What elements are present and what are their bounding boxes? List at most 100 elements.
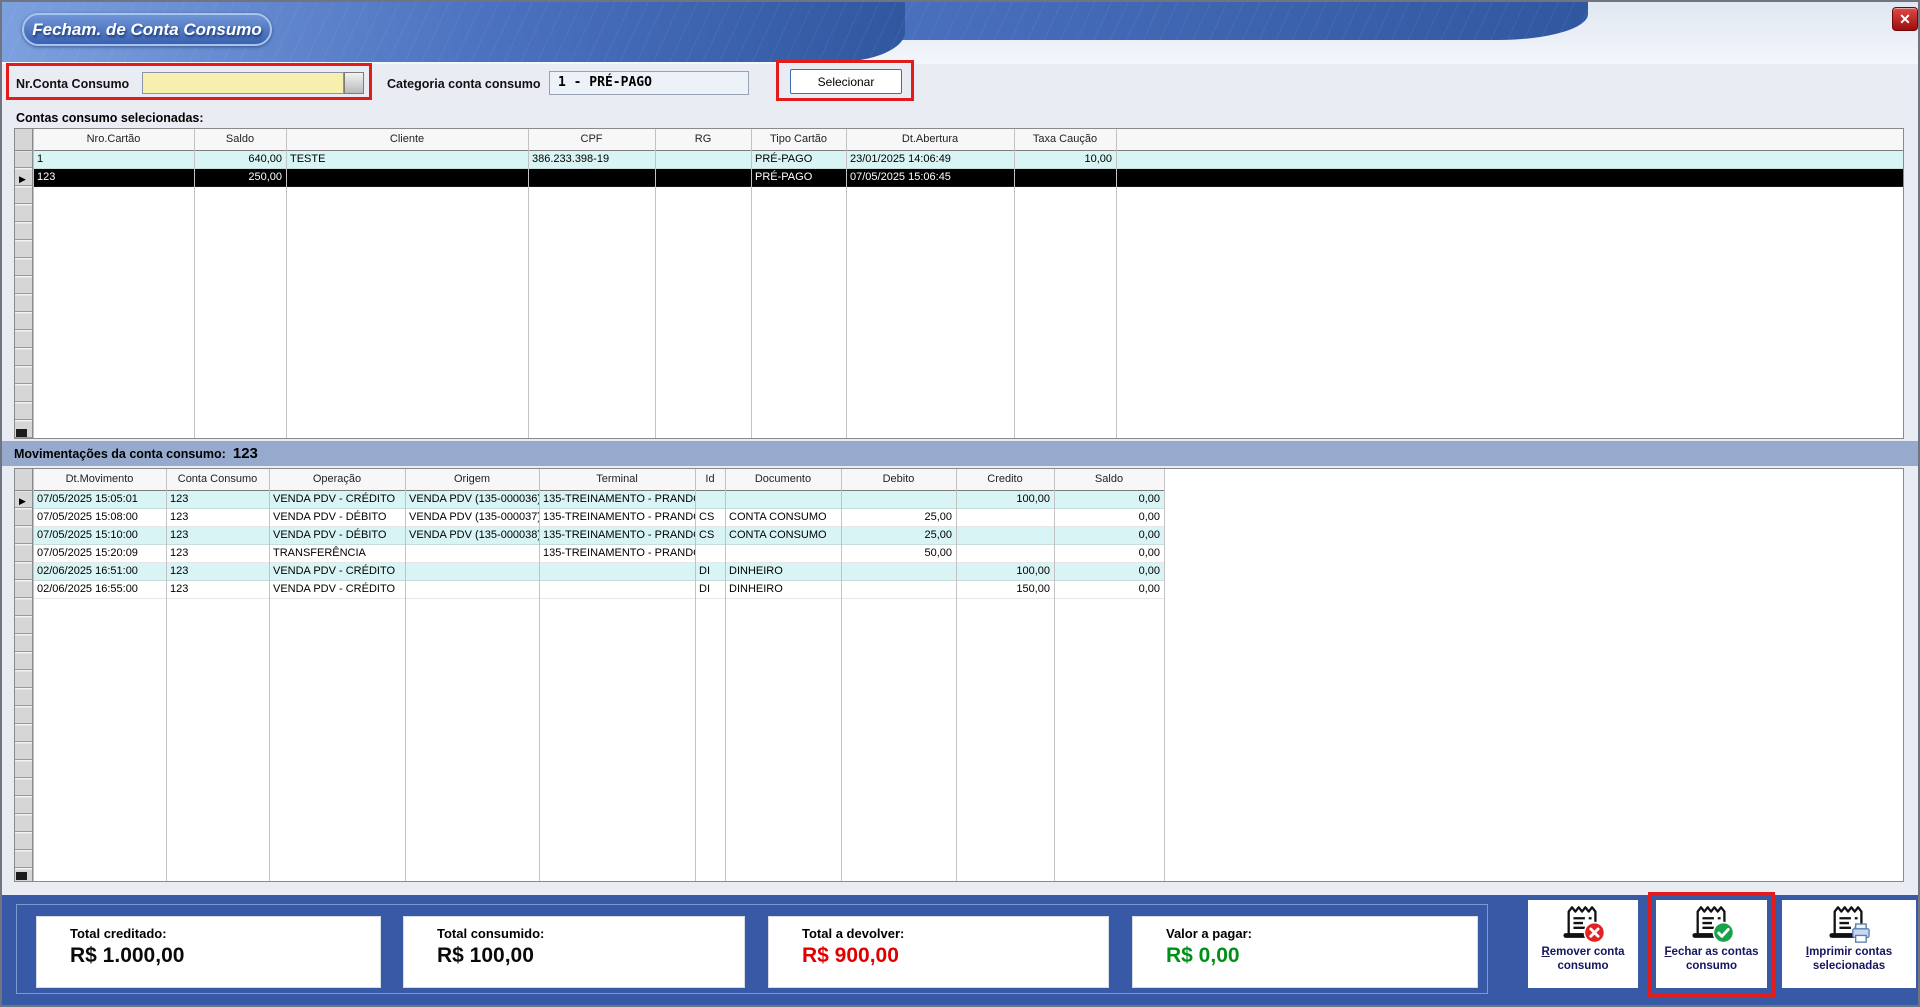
cell: 123 <box>166 563 269 580</box>
cell: 123 <box>166 509 269 526</box>
table-row[interactable]: 07/05/2025 15:10:00123VENDA PDV - DÉBITO… <box>33 527 1164 545</box>
column-header[interactable]: RG <box>655 129 751 150</box>
category-field: 1 - PRÉ-PAGO <box>549 71 749 95</box>
column-header[interactable]: Debito <box>841 469 956 490</box>
column-header[interactable]: Dt.Movimento <box>33 469 166 490</box>
movements-grid-gutter <box>15 469 33 881</box>
cell: 07/05/2025 15:05:01 <box>33 491 166 508</box>
cell: PRÉ-PAGO <box>751 151 846 168</box>
grid-line <box>194 129 195 438</box>
column-header[interactable]: Nro.Cartão <box>33 129 194 150</box>
grid-line <box>841 469 842 881</box>
column-header[interactable]: Origem <box>405 469 539 490</box>
window-title: Fecham. de Conta Consumo <box>22 13 272 46</box>
cell <box>539 563 695 580</box>
movements-grid: Dt.MovimentoConta ConsumoOperaçãoOrigemT… <box>14 468 1904 882</box>
cell: VENDA PDV - CRÉDITO <box>269 563 405 580</box>
cell: VENDA PDV (135-000038) <box>405 527 539 544</box>
grid-line <box>846 129 847 438</box>
cell <box>405 563 539 580</box>
movements-grid-rows: 07/05/2025 15:05:01123VENDA PDV - CRÉDIT… <box>33 491 1164 599</box>
column-header[interactable]: Saldo <box>194 129 286 150</box>
print-accounts-button[interactable]: Imprimir contas selecionadas <box>1782 900 1916 988</box>
grid-line <box>33 129 34 438</box>
cell: 135-TREINAMENTO - PRANDO <box>539 527 695 544</box>
select-button[interactable]: Selecionar <box>790 69 902 94</box>
account-lookup-button[interactable] <box>344 72 364 94</box>
cell <box>725 491 841 508</box>
cell: 386.233.398-19 <box>528 151 655 168</box>
column-header[interactable]: Operação <box>269 469 405 490</box>
accounts-grid-header: Nro.CartãoSaldoClienteCPFRGTipo CartãoDt… <box>33 129 1904 151</box>
remove-account-label-line1: Remover conta <box>1541 946 1624 959</box>
grid-line <box>166 469 167 881</box>
grid-line <box>956 469 957 881</box>
grid-line <box>1054 469 1055 881</box>
cell: 135-TREINAMENTO - PRANDO <box>539 491 695 508</box>
close-accounts-button[interactable]: Fechar as contas consumo <box>1656 900 1767 988</box>
cell: 07/05/2025 15:10:00 <box>33 527 166 544</box>
table-row[interactable]: 07/05/2025 15:08:00123VENDA PDV - DÉBITO… <box>33 509 1164 527</box>
cell <box>725 545 841 562</box>
column-header[interactable]: Credito <box>956 469 1054 490</box>
cell <box>956 527 1054 544</box>
cell: 02/06/2025 16:51:00 <box>33 563 166 580</box>
table-row[interactable]: 07/05/2025 15:05:01123VENDA PDV - CRÉDIT… <box>33 491 1164 509</box>
cell: 07/05/2025 15:20:09 <box>33 545 166 562</box>
remove-account-button[interactable]: Remover conta consumo <box>1528 900 1638 988</box>
column-header[interactable]: Id <box>695 469 725 490</box>
column-header[interactable]: Documento <box>725 469 841 490</box>
grid-line <box>655 129 656 438</box>
table-row[interactable]: 1640,00TESTE386.233.398-19PRÉ-PAGO23/01/… <box>33 151 1904 169</box>
cell: 135-TREINAMENTO - PRANDO <box>539 545 695 562</box>
movements-section-label: Movimentações da conta consumo: <box>14 447 226 461</box>
column-header[interactable]: Tipo Cartão <box>751 129 846 150</box>
remove-account-label-line2: consumo <box>1557 960 1608 973</box>
cell <box>528 169 655 186</box>
cell <box>695 491 725 508</box>
column-header[interactable]: Taxa Caução <box>1014 129 1116 150</box>
cell: TRANSFERÊNCIA <box>269 545 405 562</box>
column-header[interactable]: Cliente <box>286 129 528 150</box>
total-devolver-value: R$ 900,00 <box>802 944 899 968</box>
column-header[interactable]: Conta Consumo <box>166 469 269 490</box>
grid-line <box>286 129 287 438</box>
cell: 123 <box>166 545 269 562</box>
cell: 150,00 <box>956 581 1054 598</box>
print-accounts-label-line1: Imprimir contas <box>1806 946 1892 959</box>
h-scrollbar-thumb[interactable] <box>16 429 27 437</box>
grid-line <box>269 469 270 881</box>
cell: CONTA CONSUMO <box>725 527 841 544</box>
cell: DI <box>695 581 725 598</box>
grid-line <box>725 469 726 881</box>
total-consumido-label: Total consumido: <box>437 926 544 941</box>
column-header[interactable]: Saldo <box>1054 469 1164 490</box>
category-label: Categoria conta consumo <box>387 77 541 91</box>
cell: 25,00 <box>841 509 956 526</box>
cell <box>841 563 956 580</box>
table-row[interactable]: 123250,00PRÉ-PAGO07/05/2025 15:06:45 <box>33 169 1904 187</box>
cell: 123 <box>33 169 194 186</box>
table-row[interactable]: 02/06/2025 16:55:00123VENDA PDV - CRÉDIT… <box>33 581 1164 599</box>
cell: 0,00 <box>1054 545 1164 562</box>
table-row[interactable]: 02/06/2025 16:51:00123VENDA PDV - CRÉDIT… <box>33 563 1164 581</box>
close-button[interactable]: ✕ <box>1892 7 1918 31</box>
column-header[interactable]: CPF <box>528 129 655 150</box>
column-header[interactable]: Terminal <box>539 469 695 490</box>
fecham-conta-consumo-window: Fecham. de Conta Consumo ✕ Nr.Conta Cons… <box>0 0 1920 1007</box>
cell: 123 <box>166 491 269 508</box>
accounts-grid-gutter-header <box>15 129 33 151</box>
grid-line <box>33 469 34 881</box>
valor-pagar-label: Valor a pagar: <box>1166 926 1252 941</box>
receipt-check-icon <box>1689 903 1735 945</box>
cell: 10,00 <box>1014 151 1116 168</box>
h-scrollbar-thumb[interactable] <box>16 872 27 880</box>
cell <box>841 491 956 508</box>
table-row[interactable]: 07/05/2025 15:20:09123TRANSFERÊNCIA 135-T… <box>33 545 1164 563</box>
account-number-input[interactable] <box>142 72 344 94</box>
cell: 1 <box>33 151 194 168</box>
grid-line <box>1014 129 1015 438</box>
print-accounts-label-line2: selecionadas <box>1813 960 1885 973</box>
cell: 100,00 <box>956 491 1054 508</box>
column-header[interactable]: Dt.Abertura <box>846 129 1014 150</box>
